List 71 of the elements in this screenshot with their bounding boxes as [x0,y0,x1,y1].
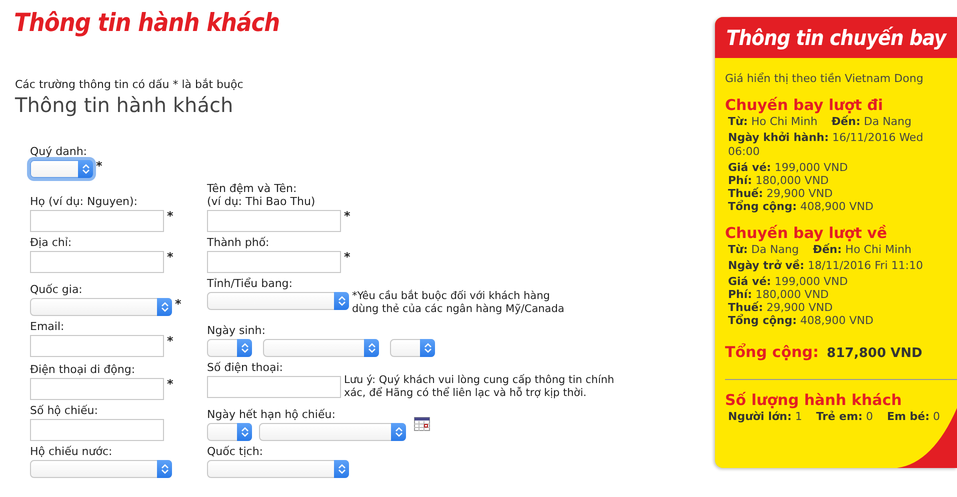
currency-note: Giá hiển thị theo tiền Vietnam Dong [725,72,924,85]
field-label: Số hộ chiếu: [30,404,98,417]
price-line: Phí: 180,000 VND [728,174,829,187]
flight-heading: Chuyến bay lượt đi [725,96,884,114]
price-line: Tổng cộng: 408,900 VND [728,200,874,213]
field-label: Quốc tịch: [207,445,263,458]
route-text: Từ: Da Nang [728,243,799,256]
price-line: Giá vé: 199,000 VND [728,161,848,174]
field-label: Số điện thoại: [207,361,284,374]
select-field[interactable] [30,460,172,478]
select-field[interactable] [263,339,379,357]
select-field[interactable] [207,292,349,310]
text-field[interactable] [30,335,164,357]
price-line: Giá vé: 199,000 VND [728,275,848,288]
price-line: Tổng cộng: 408,900 VND [728,314,874,327]
required-mark: * [96,160,102,172]
field-label: Điện thoại di động: [30,363,136,376]
required-mark: * [167,210,174,222]
passenger-count: Người lớn: 1 [728,410,802,423]
required-mark: * [167,335,174,347]
field-label: Email: [30,320,64,333]
route-text: Đến: Da Nang [831,115,912,128]
field-label: Thành phố: [207,236,270,249]
required-mark: * [167,251,174,263]
field-label: Ngày sinh: [207,324,266,337]
panel-title: Thông tin chuyến bay [715,17,957,58]
select-field[interactable] [259,423,406,441]
price-line: Thuế: 29,900 VND [728,187,833,200]
field-label: Quốc gia: [30,283,82,296]
price-line: Thuế: 29,900 VND [728,301,833,314]
text-field[interactable] [30,210,164,232]
text-field[interactable] [207,251,341,273]
field-label: Ngày hết hạn hộ chiếu: [207,408,336,421]
select-field[interactable] [30,160,93,178]
required-mark: * [167,378,174,390]
select-field[interactable] [207,339,252,357]
total-label: Tổng cộng: [725,343,819,361]
select-field[interactable] [30,298,172,316]
text-field[interactable] [30,378,164,400]
required-mark: * [344,210,350,222]
field-label: Quý danh: [30,145,88,158]
text-field[interactable] [207,210,341,232]
field-label: Tên đệm và Tên: (ví dụ: Thi Bao Thu) [207,182,316,208]
route-text: Từ: Ho Chi Minh [728,115,818,128]
text-field[interactable] [207,376,341,398]
text-field[interactable] [30,419,164,441]
select-field[interactable] [207,460,349,478]
field-note: *Yêu cầu bắt buộc đối với khách hàng dùng thẻ của các ngân hàng Mỹ/Canada [352,290,564,316]
field-note: Lưu ý: Quý khách vui lòng cung cấp thông tin chính xác, để Hãng có thể liên lạc và hỗ trợ kịp thời. [344,374,614,400]
route-text: Đến: Ho Chi Minh [812,243,912,256]
calendar-icon[interactable] [414,417,430,431]
field-label: Địa chỉ: [30,236,72,249]
field-label: Hộ chiếu nước: [30,445,112,458]
flight-date: Ngày trở về: 18/11/2016 Fri 11:10 [728,259,924,273]
total-value: 817,800 VND [826,346,922,361]
required-mark: * [344,251,350,263]
required-note: Các trường thông tin có dấu * là bắt buộc [15,78,244,91]
flight-date: Ngày khởi hành: 16/11/2016 Wed 06:00 [728,131,924,159]
passengers-heading: Số lượng hành khách [725,391,902,409]
page-title: Thông tin hành khách [14,8,280,37]
select-field[interactable] [207,423,252,441]
flight-heading: Chuyến bay lượt về [725,224,888,242]
price-line: Phí: 180,000 VND [728,288,829,301]
section-title: Thông tin hành khách [15,93,234,117]
text-field[interactable] [30,251,164,273]
required-mark: * [175,298,182,310]
field-label: Họ (ví dụ: Nguyen): [30,195,138,208]
field-label: Tỉnh/Tiểu bang: [207,277,292,290]
passenger-count: Em bé: 0 [886,410,940,423]
select-field[interactable] [390,339,435,357]
passenger-count: Trẻ em: 0 [816,410,873,423]
